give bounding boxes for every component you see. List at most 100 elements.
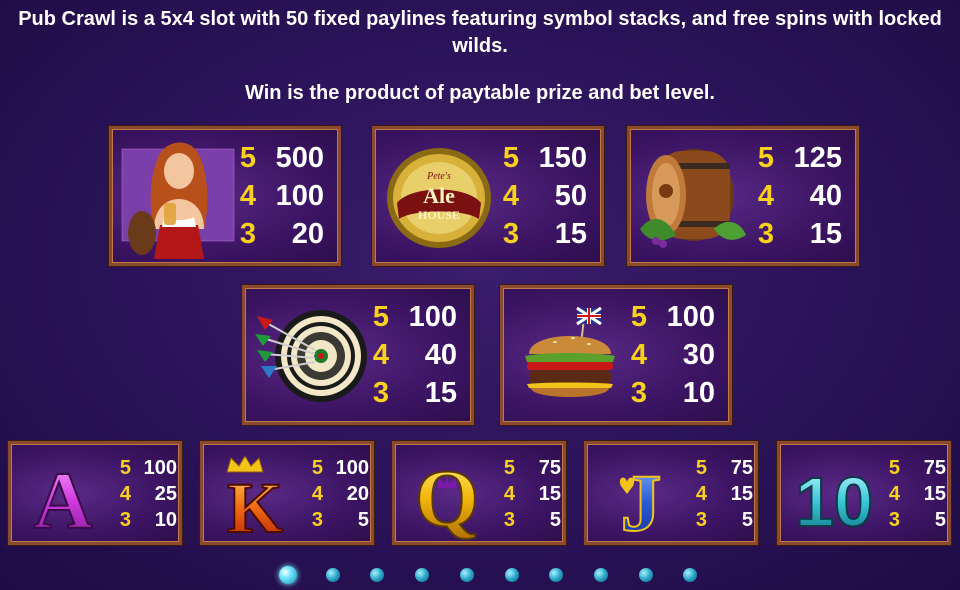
sign-top-text: Pete's [426, 171, 451, 182]
match-count: 3 [502, 217, 519, 250]
page-dot-1[interactable] [279, 566, 297, 584]
paytable-card-king: K 5 100 4 20 35 [200, 441, 374, 545]
pays-ace: 5 100 4 25 3 10 [115, 455, 177, 533]
pay-row: 4 40 [752, 177, 842, 215]
pays-barrel: 5 125 4 40 3 15 [752, 139, 842, 253]
pay-row: 4 20 [307, 481, 369, 507]
pay-row: 5 150 [497, 139, 587, 177]
pay-row: 5 75 [499, 455, 561, 481]
match-count: 3 [311, 508, 323, 531]
letter-j-icon: J [620, 456, 663, 538]
payout-value: 15 [809, 217, 842, 250]
pay-row: 35 [884, 507, 946, 533]
pay-row: 4 15 [884, 481, 946, 507]
page-dot-5[interactable] [459, 568, 474, 582]
match-count: 4 [502, 179, 519, 212]
page-indicator [0, 566, 960, 586]
letter-q-icon: Q [414, 452, 480, 540]
paytable-card-queen: Q 5 75 4 15 35 [392, 441, 566, 545]
pay-row: 35 [307, 507, 369, 533]
payout-value: 10 [154, 508, 177, 531]
letter-a-icon: A [32, 454, 93, 536]
payout-value: 75 [923, 456, 946, 479]
page-dot-9[interactable] [638, 568, 653, 582]
symbol-glyph: 10 [795, 463, 873, 536]
pay-row: 3 15 [497, 215, 587, 253]
match-count: 5 [311, 456, 323, 479]
match-count: 5 [888, 456, 900, 479]
pay-row: 35 [499, 507, 561, 533]
pay-row: 3 15 [752, 215, 842, 253]
payout-value: 5 [357, 508, 369, 531]
payout-value: 5 [934, 508, 946, 531]
intro-line-2: wilds. [452, 35, 508, 57]
pays-ten: 5 75 4 15 35 [884, 455, 946, 533]
pay-row: 5 100 [115, 455, 177, 481]
pay-row: 4 25 [115, 481, 177, 507]
match-count: 3 [239, 217, 256, 250]
pays-jack: 5 75 4 15 3 5 [691, 455, 753, 533]
pay-row: 3 20 [234, 215, 324, 253]
paytable-card-ale-house: Pete's Ale HOUSE 5 150 4 50 3 15 [372, 126, 604, 266]
pay-row: 4 15 [691, 481, 753, 507]
match-count: 3 [503, 508, 515, 531]
pay-row: 4 30 [625, 336, 715, 374]
pay-row: 5 75 [884, 455, 946, 481]
payout-value: 75 [730, 456, 753, 479]
pay-row: 3 10 [115, 507, 177, 533]
page-dot-3[interactable] [370, 568, 385, 582]
symbol-glyph: J [621, 457, 662, 538]
pay-row: 5 100 [307, 455, 369, 481]
payout-value: 100 [275, 179, 324, 212]
pays-darts: 5 100 4 40 3 15 [367, 298, 457, 412]
page-dot-7[interactable] [549, 568, 564, 582]
match-count: 5 [502, 141, 519, 174]
pay-row: 4 100 [234, 177, 324, 215]
match-count: 4 [372, 338, 389, 371]
match-count: 5 [695, 456, 707, 479]
pay-row: 4 15 [499, 481, 561, 507]
page-dot-4[interactable] [415, 568, 430, 582]
page-dot-2[interactable] [325, 568, 340, 582]
pay-row: 5 500 [234, 139, 324, 177]
page-dot-8[interactable] [593, 568, 608, 582]
paytable-card-barrel: 5 125 4 40 3 15 [627, 126, 859, 266]
pays-king: 5 100 4 20 35 [307, 455, 369, 533]
dartboard-icon [255, 310, 367, 402]
match-count: 4 [630, 338, 647, 371]
pay-row: 4 50 [497, 177, 587, 215]
page-dot-10[interactable] [683, 568, 698, 582]
pays-barmaid: 5 500 4 100 3 20 [234, 139, 324, 253]
pay-row: 5 125 [752, 139, 842, 177]
number-ten-icon: 10 [794, 462, 874, 536]
payout-value: 40 [809, 179, 842, 212]
paytable-card-jack: J 5 75 4 15 3 5 [584, 441, 758, 545]
payout-value: 30 [682, 338, 715, 371]
payout-value: 20 [291, 217, 324, 250]
payout-value: 5 [741, 508, 753, 531]
ale-house-sign-icon: Pete's Ale HOUSE [387, 148, 491, 248]
match-count: 4 [503, 482, 515, 505]
match-count: 5 [119, 456, 131, 479]
pay-row: 5 100 [625, 298, 715, 336]
payout-value: 100 [143, 456, 177, 479]
payout-value: 15 [554, 217, 587, 250]
paytable-card-ten: 10 5 75 4 15 35 [777, 441, 951, 545]
match-count: 3 [372, 376, 389, 409]
paytable-card-ace: A 5 100 4 25 3 10 [8, 441, 182, 545]
match-count: 5 [503, 456, 515, 479]
match-count: 4 [119, 482, 131, 505]
letter-k-icon: K [226, 455, 284, 538]
payout-value: 40 [424, 338, 457, 371]
burger-icon [525, 306, 615, 397]
payout-value: 500 [275, 141, 324, 174]
match-count: 5 [372, 300, 389, 333]
sign-mid-text: Ale [423, 183, 455, 208]
payout-value: 50 [554, 179, 587, 212]
page-dot-6[interactable] [504, 568, 519, 582]
match-count: 3 [695, 508, 707, 531]
match-count: 5 [239, 141, 256, 174]
payout-value: 150 [538, 141, 587, 174]
symbol-glyph: A [33, 455, 92, 536]
payout-value: 100 [666, 300, 715, 333]
